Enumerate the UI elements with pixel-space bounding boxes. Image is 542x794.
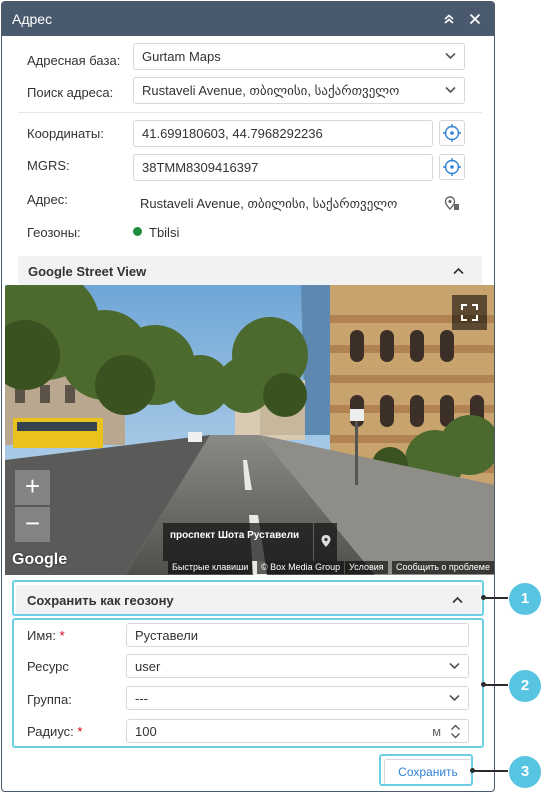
close-icon [469,13,481,25]
place-name: проспект Шота Руставели [170,530,300,541]
locate-coordinates-button[interactable] [439,120,465,146]
mgrs-label: MGRS: [27,158,70,173]
chevron-down-icon [445,52,456,60]
callout-badge-1: 1 [509,583,541,615]
address-search-input[interactable]: Rustaveli Avenue, თბილისი, საქართველო [133,77,465,104]
mgrs-value: 38TMM8309416397 [142,160,259,175]
street-view-panorama[interactable]: + − Google проспект Шота Руставели Быстр… [5,285,494,575]
window-title: Адрес [12,11,53,27]
report-problem-link[interactable]: Сообщить о проблеме [392,561,494,574]
coordinates-label: Координаты: [27,126,104,141]
zoom-in-button[interactable]: + [15,470,50,505]
coordinates-field[interactable]: 41.699180603, 44.7968292236 [133,120,433,147]
fullscreen-button[interactable] [452,295,487,330]
callout-line-3 [473,770,508,772]
collapse-window-button[interactable] [440,10,458,28]
callout-badge-2: 2 [509,670,541,702]
chevron-down-icon [445,86,456,94]
crosshair-icon [443,124,461,142]
callout-line-2 [484,684,508,686]
mgrs-field[interactable]: 38TMM8309416397 [133,154,433,181]
street-view-header[interactable]: Google Street View [18,256,482,285]
callout-box-3 [379,754,473,786]
double-chevron-up-icon [444,14,454,24]
zoom-out-button[interactable]: − [15,507,50,542]
address-search-label: Поиск адреса: [27,85,114,100]
crosshair-icon [443,158,461,176]
geozone-value[interactable]: Tbilsi [149,225,179,240]
geozones-label: Геозоны: [27,225,81,240]
callout-line-1 [484,597,508,599]
chevron-up-icon [453,267,464,275]
copyright-text: © Box Media Group [257,561,345,574]
callout-dot-2 [481,682,486,687]
callout-badge-3: 3 [509,756,541,788]
address-value: Rustaveli Avenue, თბილისი, საქართველო [140,196,398,211]
callout-box-1 [12,580,484,616]
coordinates-value: 41.699180603, 44.7968292236 [142,126,323,141]
place-pin-button[interactable] [313,523,337,561]
street-view-title: Google Street View [28,264,147,279]
google-logo: Google [12,551,68,568]
address-search-value: Rustaveli Avenue, თბილისი, საქართველო [142,83,400,98]
map-pin-icon [444,196,459,210]
address-base-value: Gurtam Maps [142,49,221,64]
divider [18,112,482,113]
callout-dot-3 [470,768,475,773]
shortcuts-link[interactable]: Быстрые клавиши [168,561,253,574]
map-pin-icon [321,535,331,547]
window-titlebar: Адрес [2,2,494,36]
address-map-button[interactable] [442,194,462,214]
fullscreen-icon [461,304,478,321]
place-info-panel: проспект Шота Руставели [163,523,337,561]
terms-link[interactable]: Условия [345,561,388,574]
callout-box-2 [12,618,484,748]
locate-mgrs-button[interactable] [439,154,465,180]
callout-dot-1 [481,595,486,600]
address-base-select[interactable]: Gurtam Maps [133,43,465,70]
geozone-status-dot [133,227,142,236]
address-label: Адрес: [27,192,68,207]
address-base-label: Адресная база: [27,53,121,68]
close-window-button[interactable] [466,10,484,28]
